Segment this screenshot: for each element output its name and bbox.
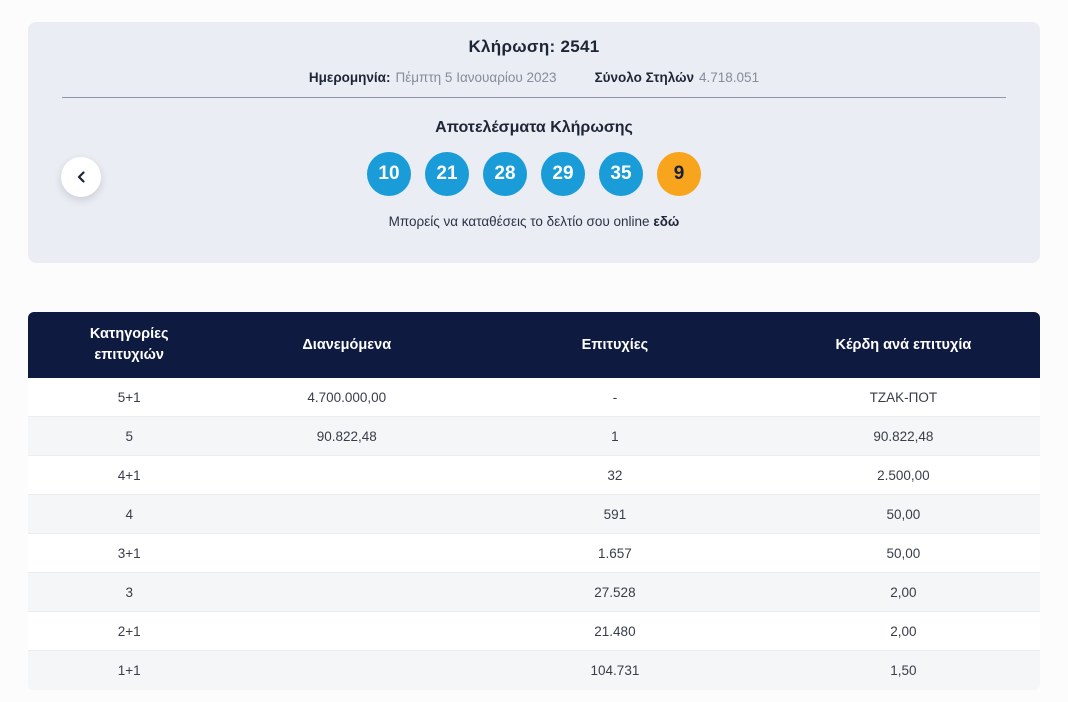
cell-winners: 21.480: [463, 612, 767, 651]
table-row: 5+1 4.700.000,00 - ΤΖΑΚ-ΠΟΤ: [28, 378, 1040, 417]
total-columns-value: 4.718.051: [699, 70, 760, 85]
bonus-number-ball: 9: [657, 152, 701, 196]
results-title: Αποτελέσματα Κλήρωσης: [435, 119, 633, 136]
results-table-container: Κατηγορίες επιτυχιών Διανεμόμενα Επιτυχί…: [28, 312, 1040, 690]
cell-winnings: 90.822,48: [766, 417, 1040, 456]
cell-winners: 1: [463, 417, 767, 456]
cell-category: 2+1: [28, 612, 231, 651]
cell-category: 3: [28, 573, 231, 612]
draw-meta-row: Ημερομηνία: Πέμπτη 5 Ιανουαρίου 2023 Σύνο…: [28, 70, 1040, 85]
draw-title: Κλήρωση: 2541: [468, 37, 600, 56]
total-columns-label: Σύνολο Στηλών: [594, 70, 695, 85]
chevron-left-icon: [76, 171, 87, 183]
draw-summary-panel: Κλήρωση: 2541 Ημερομηνία: Πέμπτη 5 Ιανουα…: [28, 22, 1040, 263]
number-ball: 21: [425, 152, 469, 196]
cell-winners: -: [463, 378, 767, 417]
cell-winners: 104.731: [463, 651, 767, 690]
total-columns: Σύνολο Στηλών 4.718.051: [595, 70, 760, 85]
table-row: 5 90.822,48 1 90.822,48: [28, 417, 1040, 456]
previous-draw-button[interactable]: [61, 157, 101, 197]
table-row: 3 27.528 2,00: [28, 573, 1040, 612]
column-header-category: Κατηγορίες επιτυχιών: [28, 312, 231, 378]
table-row: 3+1 1.657 50,00: [28, 534, 1040, 573]
cell-winnings: 50,00: [766, 534, 1040, 573]
draw-date: Ημερομηνία: Πέμπτη 5 Ιανουαρίου 2023: [309, 70, 557, 85]
cell-winnings: 1,50: [766, 651, 1040, 690]
cell-distributed: 90.822,48: [230, 417, 464, 456]
draw-date-label: Ημερομηνία:: [308, 70, 391, 85]
number-ball: 10: [367, 152, 411, 196]
number-ball: 28: [483, 152, 527, 196]
cell-category: 4: [28, 495, 231, 534]
number-ball: 29: [541, 152, 585, 196]
online-submit-line: Μπορείς να καταθέσεις το δελτίο σου onli…: [28, 214, 1040, 229]
cell-category: 1+1: [28, 651, 231, 690]
table-row: 4+1 32 2.500,00: [28, 456, 1040, 495]
cell-distributed: [230, 495, 464, 534]
online-submit-link[interactable]: εδώ: [653, 214, 679, 229]
cell-winnings: 50,00: [766, 495, 1040, 534]
cell-winners: 32: [463, 456, 767, 495]
cell-category: 5+1: [28, 378, 231, 417]
cell-category: 5: [28, 417, 231, 456]
cell-distributed: [230, 456, 464, 495]
cell-winnings: 2,00: [766, 612, 1040, 651]
cell-winners: 591: [463, 495, 767, 534]
online-submit-text: Μπορείς να καταθέσεις το δελτίο σου onli…: [388, 214, 650, 229]
cell-distributed: [230, 612, 464, 651]
cell-distributed: 4.700.000,00: [230, 378, 464, 417]
column-header-distributed: Διανεμόμενα: [230, 312, 464, 378]
cell-distributed: [230, 651, 464, 690]
table-header-row: Κατηγορίες επιτυχιών Διανεμόμενα Επιτυχί…: [28, 312, 1040, 378]
number-ball: 35: [599, 152, 643, 196]
column-header-winners: Επιτυχίες: [463, 312, 767, 378]
cell-winnings: 2.500,00: [766, 456, 1040, 495]
column-header-winnings: Κέρδη ανά επιτυχία: [766, 312, 1040, 378]
cell-winnings: 2,00: [766, 573, 1040, 612]
table-row: 1+1 104.731 1,50: [28, 651, 1040, 690]
cell-winners: 1.657: [463, 534, 767, 573]
table-row: 4 591 50,00: [28, 495, 1040, 534]
cell-category: 4+1: [28, 456, 231, 495]
panel-divider: [62, 97, 1006, 98]
table-row: 2+1 21.480 2,00: [28, 612, 1040, 651]
cell-winners: 27.528: [463, 573, 767, 612]
cell-winnings: ΤΖΑΚ-ΠΟΤ: [766, 378, 1040, 417]
results-table: Κατηγορίες επιτυχιών Διανεμόμενα Επιτυχί…: [28, 312, 1040, 690]
draw-date-value: Πέμπτη 5 Ιανουαρίου 2023: [395, 70, 557, 85]
cell-distributed: [230, 534, 464, 573]
cell-category: 3+1: [28, 534, 231, 573]
cell-distributed: [230, 573, 464, 612]
winning-numbers: 10 21 28 29 35 9: [28, 152, 1040, 196]
